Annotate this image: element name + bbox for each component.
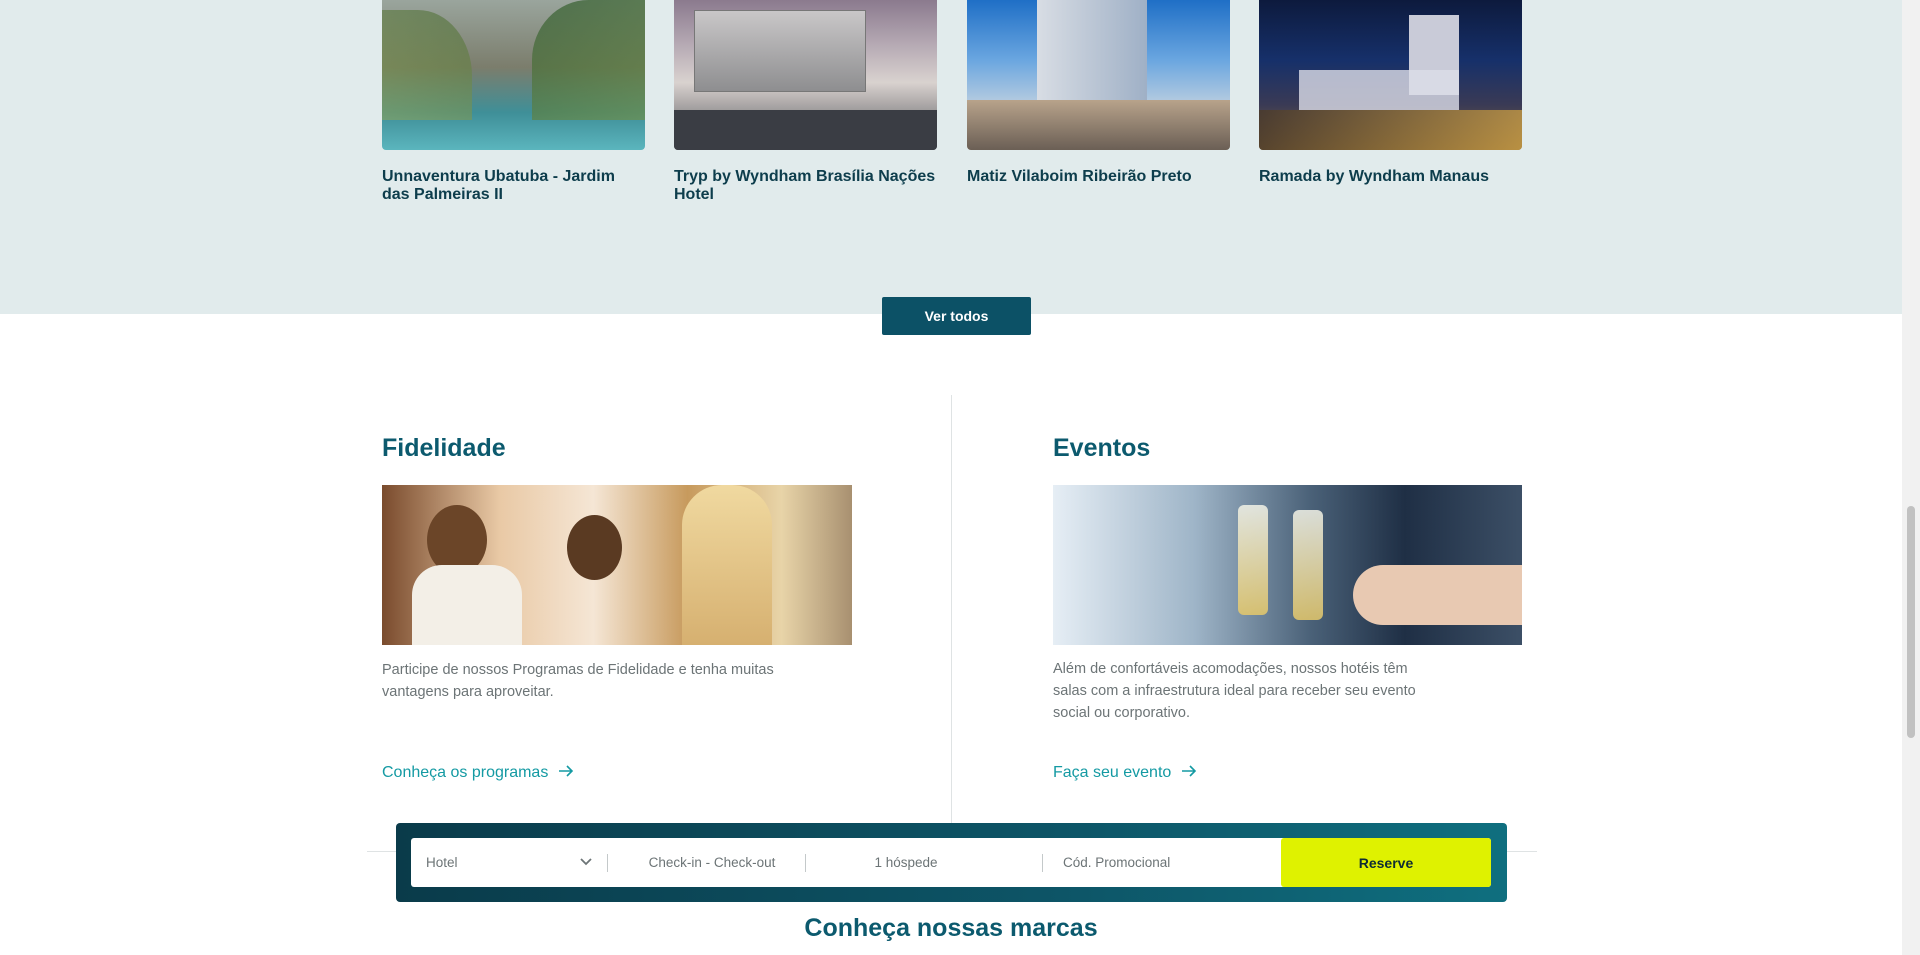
eventos-link[interactable]: Faça seu evento (1053, 764, 1197, 782)
hotel-photo[interactable] (1259, 0, 1522, 150)
promo-code-field[interactable]: Cód. Promocional (1063, 838, 1278, 887)
fidelidade-description: Participe de nossos Programas de Fidelid… (382, 662, 774, 700)
hotel-photo[interactable] (382, 0, 645, 150)
guests-field[interactable]: 1 hóspede (811, 838, 1001, 887)
reserve-button[interactable]: Reserve (1281, 838, 1491, 887)
hotel-photo[interactable] (674, 0, 937, 150)
featured-hotels-section: Unnaventura Ubatuba - Jardim das Palmeir… (0, 0, 1902, 314)
hotel-card[interactable]: Tryp by Wyndham Brasília Nações Hotel (674, 0, 937, 204)
arrow-right-icon[interactable] (1181, 764, 1197, 782)
chevron-down-icon[interactable] (579, 855, 593, 870)
field-separator (607, 854, 608, 872)
hotel-name[interactable]: Unnaventura Ubatuba - Jardim das Palmeir… (382, 168, 645, 204)
fidelidade-link-label[interactable]: Conheça os programas (382, 764, 548, 782)
hotel-card[interactable]: Matiz Vilaboim Ribeirão Preto (967, 0, 1230, 186)
hotel-card[interactable]: Unnaventura Ubatuba - Jardim das Palmeir… (382, 0, 645, 204)
brands-title: Conheça nossas marcas (804, 914, 1098, 942)
field-separator (1042, 854, 1043, 872)
fidelidade-title: Fidelidade (382, 434, 506, 462)
hotel-name[interactable]: Matiz Vilaboim Ribeirão Preto (967, 168, 1230, 186)
dates-field[interactable]: Check-in - Check-out (611, 838, 813, 887)
fidelidade-image (382, 485, 852, 645)
hotel-select-value[interactable]: Hotel (426, 855, 458, 870)
hotel-name[interactable]: Tryp by Wyndham Brasília Nações Hotel (674, 168, 937, 204)
eventos-image (1053, 485, 1522, 645)
scrollbar[interactable] (1902, 0, 1920, 955)
field-separator (805, 854, 806, 872)
scrollbar-thumb[interactable] (1907, 506, 1915, 738)
hotel-select[interactable]: Hotel (426, 838, 601, 887)
arrow-right-icon[interactable] (558, 764, 574, 782)
eventos-description: Além de confortáveis acomodações, nossos… (1053, 661, 1416, 721)
section-divider (951, 395, 952, 823)
hotel-name[interactable]: Ramada by Wyndham Manaus (1259, 168, 1522, 186)
eventos-title: Eventos (1053, 434, 1151, 462)
eventos-link-label[interactable]: Faça seu evento (1053, 764, 1171, 782)
hotel-photo[interactable] (967, 0, 1230, 150)
hotel-card[interactable]: Ramada by Wyndham Manaus (1259, 0, 1522, 186)
fidelidade-link[interactable]: Conheça os programas (382, 764, 574, 782)
see-all-button[interactable]: Ver todos (882, 297, 1031, 335)
